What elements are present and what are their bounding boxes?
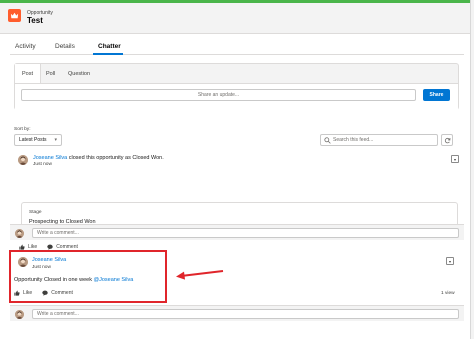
chevron-down-icon: ▾ bbox=[448, 258, 451, 264]
feed-item-time[interactable]: Just now bbox=[33, 162, 52, 167]
crown-icon bbox=[8, 9, 21, 22]
write-comment-input[interactable]: Write a comment... bbox=[32, 309, 459, 319]
feed-item: Joseane Silva closed this opportunity as… bbox=[10, 150, 464, 250]
avatar bbox=[15, 229, 24, 238]
comment-bar: Write a comment... bbox=[10, 224, 464, 240]
write-comment-input[interactable]: Write a comment... bbox=[32, 228, 459, 238]
sort-by-label: Sort by: bbox=[14, 127, 31, 132]
share-button[interactable]: Share bbox=[423, 89, 450, 101]
record-tabs: Activity Details Chatter bbox=[10, 41, 464, 55]
tab-activity[interactable]: Activity bbox=[15, 43, 36, 50]
share-update-input[interactable]: Share an update... bbox=[21, 89, 416, 101]
refresh-icon bbox=[444, 137, 450, 143]
active-tab-indicator bbox=[93, 53, 123, 55]
refresh-button[interactable] bbox=[441, 134, 453, 146]
record-title: Test bbox=[27, 16, 43, 25]
view-count: 1 view bbox=[441, 291, 455, 296]
sort-select[interactable]: Latest Posts ▾ bbox=[14, 134, 62, 146]
highlight-annotation-box bbox=[9, 250, 167, 303]
search-feed-input[interactable]: Search this feed... bbox=[320, 134, 438, 146]
publisher-tabs: Post Poll Question bbox=[15, 64, 458, 83]
publisher-body: Share an update... Share bbox=[15, 83, 458, 110]
chatter-publisher: Post Poll Question Share an update... Sh… bbox=[14, 63, 459, 110]
field-label: Stage bbox=[29, 210, 42, 215]
publisher-tab-post[interactable]: Post bbox=[15, 64, 41, 83]
sort-select-value: Latest Posts bbox=[19, 137, 47, 143]
window-edge bbox=[470, 0, 474, 339]
feed-item-header: Joseane Silva closed this opportunity as… bbox=[33, 155, 164, 161]
avatar[interactable] bbox=[18, 155, 28, 165]
publisher-tab-poll[interactable]: Poll bbox=[46, 64, 55, 83]
publisher-tab-question[interactable]: Question bbox=[68, 64, 90, 83]
author-link[interactable]: Joseane Silva bbox=[33, 155, 67, 161]
feed-item-action: closed this opportunity as Closed Won. bbox=[67, 155, 164, 161]
feed-item-menu-button[interactable]: ▾ bbox=[446, 257, 454, 265]
chevron-down-icon: ▾ bbox=[453, 156, 456, 162]
feed-item-menu-button[interactable]: ▾ bbox=[451, 155, 459, 163]
record-header: Opportunity Test bbox=[0, 3, 470, 34]
chevron-down-icon: ▾ bbox=[54, 137, 57, 143]
tab-chatter[interactable]: Chatter bbox=[98, 43, 121, 50]
avatar bbox=[15, 310, 24, 319]
search-icon bbox=[324, 137, 331, 144]
annotation-arrow-icon bbox=[176, 270, 224, 280]
search-feed-placeholder: Search this feed... bbox=[333, 137, 374, 143]
comment-bar: Write a comment... bbox=[10, 305, 464, 321]
tab-details[interactable]: Details bbox=[55, 43, 75, 50]
